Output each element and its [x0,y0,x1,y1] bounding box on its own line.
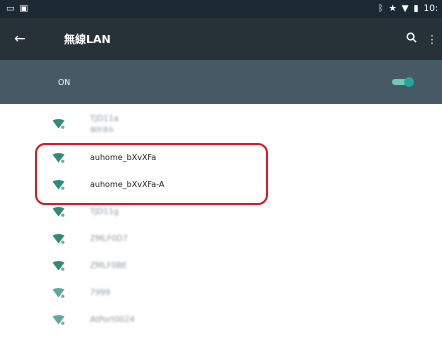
network-ssid: auhome_bXvXFa [90,153,157,162]
star-icon: ★ [388,3,397,14]
wifi-signal-icon [0,206,65,217]
network-text: TJD11g [90,207,119,216]
network-text: ZMLF0BE [90,261,127,270]
network-text: TJD11a 保存済み [90,114,119,134]
wifi-signal-icon [0,287,65,298]
status-time: 10: [423,4,438,14]
bluetooth-icon: ᛒ [378,3,384,14]
wifi-signal-icon [0,119,65,129]
wifi-signal-icon [0,260,65,271]
network-row[interactable]: auhome_bXvXFa [0,144,442,171]
status-left: ▭ ▣ [6,3,29,14]
network-ssid: AtPort0024 [90,315,135,324]
network-row[interactable]: ZMLF0BE [0,252,442,279]
wifi-toggle-switch[interactable] [392,77,414,87]
network-ssid: TJD11a [90,114,119,123]
wifi-toggle-bar[interactable]: ON [0,60,442,104]
toggle-thumb [404,77,414,87]
more-vert-icon[interactable]: ⋮ [422,33,442,46]
network-ssid: ZMLF0BE [90,261,128,270]
network-row[interactable]: auhome_bXvXFa-A [0,171,442,198]
network-row[interactable]: TJD11a 保存済み [0,104,442,144]
wifi-signal-icon [0,152,65,163]
battery-icon: ▮ [413,3,419,14]
app-bar: ← 無線LAN ⋮ [0,18,442,60]
status-right: ᛒ ★ ▼ ▮ 10: [378,4,438,14]
network-text: auhome_bXvXFa [90,153,156,162]
network-row[interactable]: AtPort0024 [0,306,442,333]
wifi-signal-icon [0,314,65,325]
wifi-signal-icon [0,233,65,244]
network-ssid: auhome_bXvXFa-A [90,180,165,189]
search-icon[interactable] [400,32,422,46]
wifi-toggle-label: ON [58,77,71,87]
network-status: 保存済み [90,127,115,134]
network-row[interactable]: ZMLF0D7 [0,225,442,252]
arrow-left-icon[interactable]: ← [0,31,40,47]
network-text: 7999 [90,288,110,297]
network-ssid: 7999 [90,288,111,297]
network-text: AtPort0024 [90,315,135,324]
status-bar: ▭ ▣ ᛒ ★ ▼ ▮ 10: [0,0,442,18]
network-ssid: TJD11g [90,207,119,216]
wifi-signal-icon [0,179,65,190]
network-ssid: ZMLF0D7 [90,234,128,243]
network-row[interactable]: 7999 [0,279,442,306]
network-text: ZMLF0D7 [90,234,128,243]
image-icon: ▣ [19,3,29,14]
network-text: auhome_bXvXFa-A [90,180,164,189]
network-list: TJD11a 保存済み auhome_bXvXFa auhome_bXvXFa-A TJ… [0,104,442,333]
network-row[interactable]: TJD11g [0,198,442,225]
sim-icon: ▭ [6,3,15,14]
wifi-icon: ▼ [401,3,409,14]
page-title: 無線LAN [64,33,111,46]
